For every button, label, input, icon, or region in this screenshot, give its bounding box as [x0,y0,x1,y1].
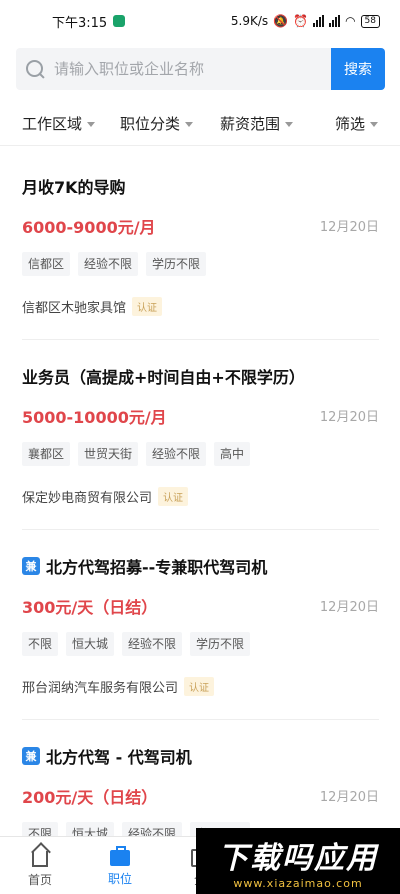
filter-work-area[interactable]: 工作区域 [22,113,96,134]
job-tag: 信都区 [22,252,71,276]
wifi-icon: ◠ [345,14,356,28]
nav-label: 首页 [27,873,52,887]
job-title-text: 业务员（高提成+时间自由+不限学历） [22,368,305,387]
job-salary: 5000-10000元/月 [22,408,167,427]
company-name: 信都区木驰家具馆 [22,301,127,316]
job-company: 信都区木驰家具馆 认证 [22,297,163,316]
verified-badge: 认证 [132,297,163,316]
job-date: 12月20日 [319,410,379,425]
job-tag: 经验不限 [78,252,139,276]
job-company: 邢台润纳汽车服务有限公司 认证 [22,677,215,696]
job-tag: 经验不限 [146,442,207,466]
filter-bar: 工作区域 职位分类 薪资范围 筛选 [0,100,400,146]
job-tag: 不限 [22,632,59,656]
search-icon [26,60,44,78]
watermark: 下载吗应用 www.xiazaimao.com [196,828,400,894]
filter-label: 筛选 [335,115,366,133]
filter-salary-range[interactable]: 薪资范围 [220,113,294,134]
part-time-icon: 兼 [22,747,40,765]
home-icon [32,851,48,867]
verified-badge: 认证 [184,677,215,696]
job-tags: 不限 恒大城 经验不限 学历不限 [22,632,251,656]
job-card[interactable]: 月收7K的导购 6000-9000元/月 12月20日 信都区 经验不限 学历不… [22,174,379,324]
caret-down-icon [285,122,294,127]
alarm-icon: ⏰ [293,14,309,28]
filter-job-category[interactable]: 职位分类 [120,113,194,134]
mute-icon: 🔕 [273,14,289,28]
job-title-text: 月收7K的导购 [22,178,126,197]
status-right: 5.9K/s 🔕 ⏰ ◠ 58 [231,14,380,28]
job-tag: 襄都区 [22,442,71,466]
filter-label: 职位分类 [120,115,181,133]
divider [22,339,379,340]
job-tag: 学历不限 [146,252,207,276]
watermark-text: 下载吗应用 [218,840,378,876]
signal-icon-2 [329,15,341,27]
search-box[interactable] [16,48,331,90]
divider [22,529,379,530]
job-title: 兼 北方代驾招募--专兼职代驾司机 [22,554,379,578]
job-card[interactable]: 兼 北方代驾招募--专兼职代驾司机 300元/天（日结） 12月20日 不限 恒… [22,554,379,704]
divider [22,719,379,720]
battery-icon: 58 [360,14,380,28]
job-card[interactable]: 业务员（高提成+时间自由+不限学历） 5000-10000元/月 12月20日 … [22,364,379,514]
nav-home[interactable]: 首页 [0,837,80,894]
signal-icon [313,15,325,27]
company-name: 保定妙电商贸有限公司 [22,491,153,506]
search-bar: 搜索 [16,48,385,90]
job-title-text: 北方代驾招募--专兼职代驾司机 [46,558,268,577]
job-date: 12月20日 [319,790,379,805]
status-bar: 下午3:15 5.9K/s 🔕 ⏰ ◠ 58 [0,0,400,42]
status-time: 下午3:15 [52,15,108,31]
nav-jobs[interactable]: 职位 [80,837,160,894]
search-button[interactable]: 搜索 [331,48,385,90]
job-title: 业务员（高提成+时间自由+不限学历） [22,364,379,388]
nav-label: 职位 [107,872,132,886]
job-tag: 学历不限 [190,632,251,656]
filter-label: 薪资范围 [220,115,281,133]
job-tag: 世贸天街 [78,442,139,466]
job-tag: 恒大城 [66,632,115,656]
job-company: 保定妙电商贸有限公司 认证 [22,487,189,506]
job-tag: 经验不限 [122,632,183,656]
caret-down-icon [87,122,96,127]
job-tag: 高中 [214,442,251,466]
watermark-url: www.xiazaimao.com [233,876,363,890]
caret-down-icon [370,122,379,127]
job-title: 兼 北方代驾 - 代驾司机 [22,744,379,768]
briefcase-icon [110,846,130,866]
network-speed: 5.9K/s [230,14,269,28]
job-tags: 襄都区 世贸天街 经验不限 高中 [22,442,251,466]
part-time-icon: 兼 [22,557,40,575]
verified-badge: 认证 [158,487,189,506]
job-salary: 300元/天（日结） [22,598,158,617]
job-date: 12月20日 [319,600,379,615]
job-salary: 6000-9000元/月 [22,218,156,237]
status-left: 下午3:15 [52,12,126,31]
filter-label: 工作区域 [22,115,83,133]
job-title: 月收7K的导购 [22,174,379,198]
filter-more[interactable]: 筛选 [335,113,379,134]
shield-icon [113,15,126,27]
caret-down-icon [185,122,194,127]
company-name: 邢台润纳汽车服务有限公司 [22,681,179,696]
job-salary: 200元/天（日结） [22,788,158,807]
job-date: 12月20日 [319,220,379,235]
search-input[interactable] [54,60,304,78]
job-title-text: 北方代驾 - 代驾司机 [46,748,192,767]
job-tags: 信都区 经验不限 学历不限 [22,252,207,276]
